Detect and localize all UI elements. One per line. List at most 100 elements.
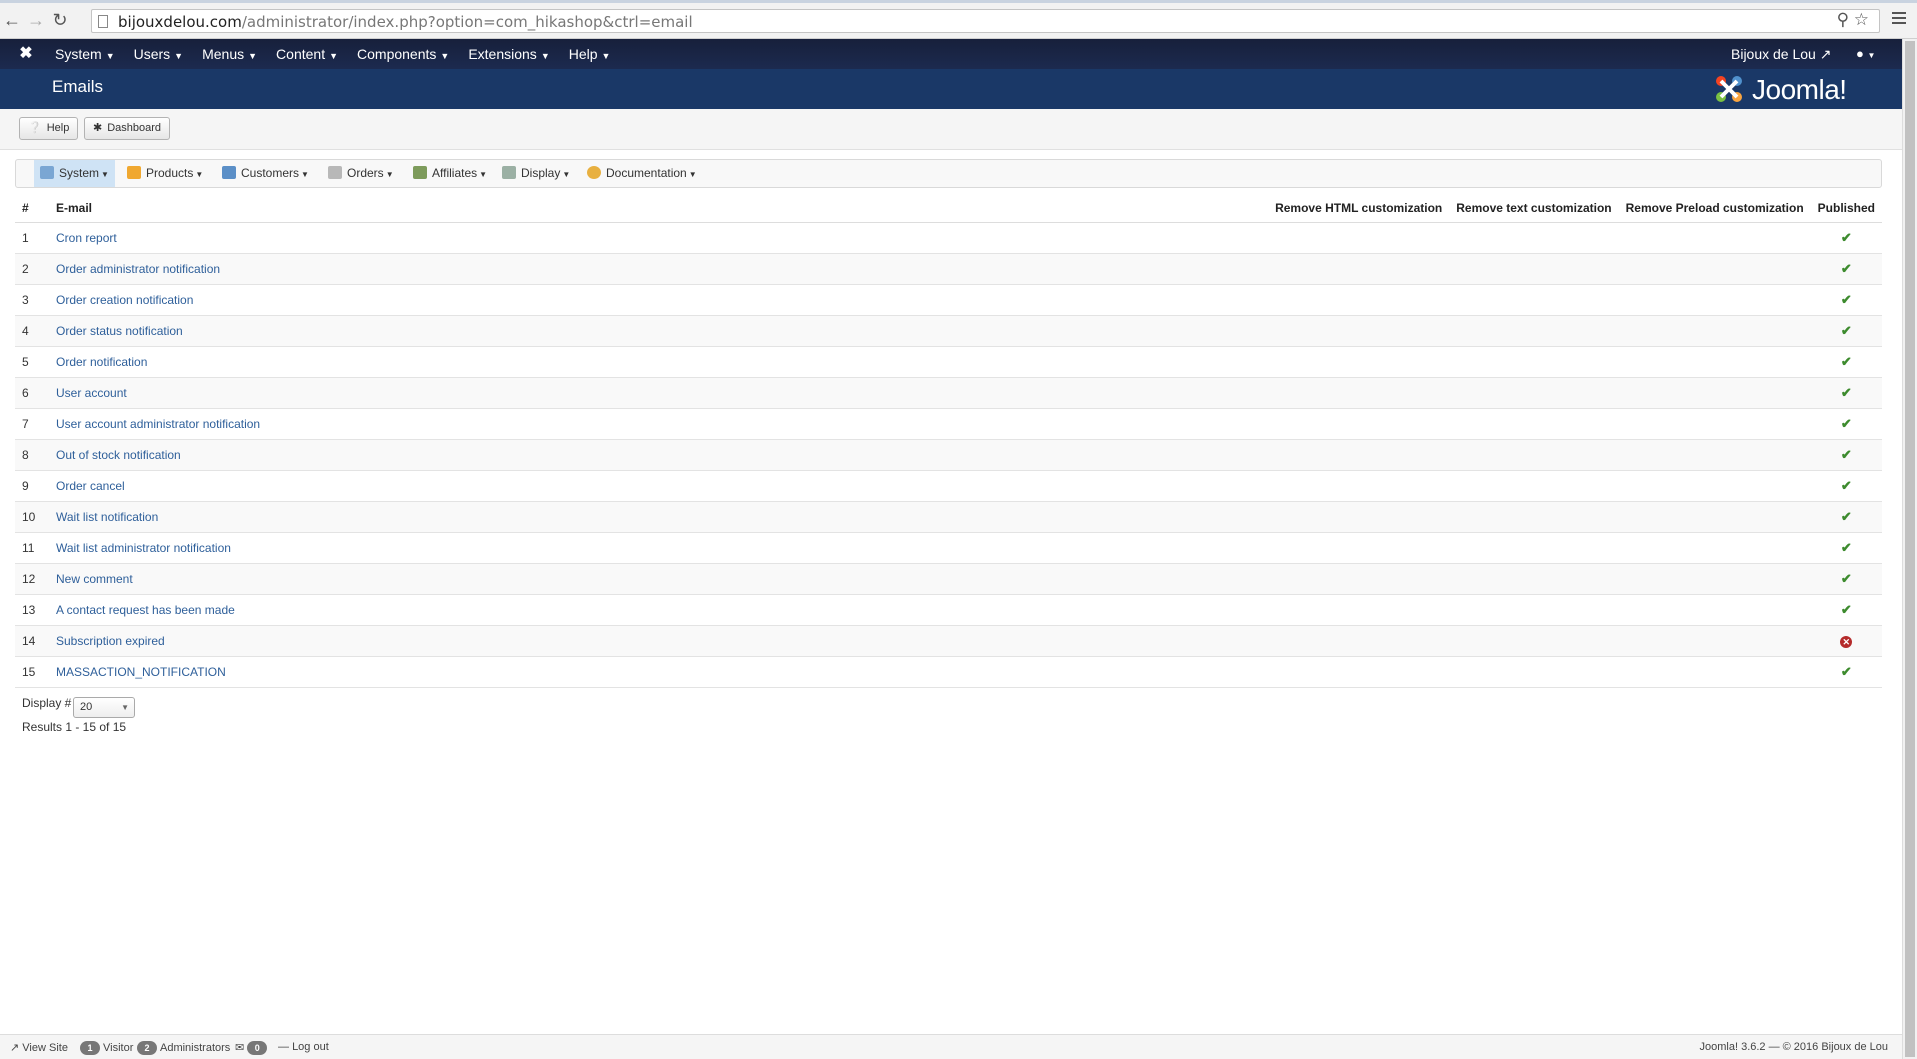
help-button[interactable]: ❔ Help [19, 117, 79, 140]
published-cell: ✔ [1810, 656, 1882, 688]
published-check-icon[interactable]: ✔ [1841, 602, 1852, 617]
messages-status[interactable]: ✉ 0 [235, 1041, 270, 1055]
view-site-link[interactable]: ↗ View Site [10, 1041, 68, 1054]
visitors-status: 1 Visitor [80, 1041, 133, 1055]
display-icon [502, 166, 516, 179]
column-header-email[interactable]: E-mail [49, 195, 1269, 223]
menu-components[interactable]: Components ▼ [344, 39, 455, 69]
back-icon[interactable]: ← [2, 10, 22, 30]
published-check-icon[interactable]: ✔ [1841, 664, 1852, 679]
remove-html-cell [1268, 439, 1450, 471]
menu-users[interactable]: Users ▼ [121, 39, 189, 69]
menu-help[interactable]: Help ▼ [556, 39, 617, 69]
forward-icon[interactable]: → [26, 10, 46, 30]
email-name-link[interactable]: Subscription expired [56, 634, 165, 648]
email-name-link[interactable]: Out of stock notification [56, 448, 181, 462]
remove-preload-cell [1618, 284, 1811, 316]
table-row: 7 User account administrator notification… [15, 408, 1882, 440]
published-check-icon[interactable]: ✔ [1841, 354, 1852, 369]
remove-html-cell [1268, 408, 1450, 440]
published-check-icon[interactable]: ✔ [1841, 509, 1852, 524]
email-name-link[interactable]: Order status notification [56, 324, 183, 338]
published-check-icon[interactable]: ✔ [1841, 385, 1852, 400]
site-link[interactable]: Bijoux de Lou ↗ [1731, 39, 1831, 69]
row-number: 6 [15, 377, 49, 409]
reload-icon[interactable]: ↻ [50, 10, 70, 30]
email-name-link[interactable]: A contact request has been made [56, 603, 235, 617]
table-row: 8 Out of stock notification ✔ [15, 439, 1882, 471]
browser-menu-icon[interactable] [1892, 12, 1906, 26]
hika-menu-orders[interactable]: Orders ▼ [322, 160, 400, 187]
published-cell: ✔ [1810, 408, 1882, 440]
email-name-link[interactable]: Order administrator notification [56, 262, 220, 276]
menu-content[interactable]: Content ▼ [263, 39, 344, 69]
hika-menu-display[interactable]: Display ▼ [496, 160, 576, 187]
dashboard-button[interactable]: ✱ Dashboard [84, 117, 171, 140]
emails-table: # E-mail Remove HTML customization Remov… [15, 195, 1882, 688]
email-link-cell: Wait list notification [49, 501, 1269, 533]
page-scrollbar[interactable] [1902, 39, 1917, 1059]
email-name-link[interactable]: MASSACTION_NOTIFICATION [56, 665, 226, 679]
scrollbar-thumb[interactable] [1905, 41, 1915, 1057]
published-check-icon[interactable]: ✔ [1841, 447, 1852, 462]
hika-menu-affiliates[interactable]: Affiliates ▼ [407, 160, 493, 187]
row-number: 4 [15, 315, 49, 347]
remove-html-cell [1268, 346, 1450, 378]
email-name-link[interactable]: Wait list notification [56, 510, 158, 524]
email-name-link[interactable]: User account administrator notification [56, 417, 260, 431]
published-check-icon[interactable]: ✔ [1841, 261, 1852, 276]
email-name-link[interactable]: Wait list administrator notification [56, 541, 231, 555]
email-name-link[interactable]: Cron report [56, 231, 117, 245]
row-number: 11 [15, 532, 49, 564]
menu-system[interactable]: System ▼ [42, 39, 121, 69]
display-limit-select[interactable]: 20 ▼ [73, 697, 135, 718]
joomla-brand-icon[interactable]: ✖ [17, 45, 35, 63]
column-header-published[interactable]: Published [1810, 195, 1882, 223]
published-check-icon[interactable]: ✔ [1841, 571, 1852, 586]
hika-menu-products[interactable]: Products ▼ [121, 160, 209, 187]
email-link-cell: Order status notification [49, 315, 1269, 347]
remove-html-cell [1268, 656, 1450, 688]
browser-tabstrip [0, 0, 1917, 3]
column-header-remove-html: Remove HTML customization [1268, 195, 1450, 223]
admins-status: 2 Administrators [137, 1041, 230, 1055]
url-text: bijouxdelou.com/administrator/index.php?… [118, 13, 693, 31]
remove-text-cell [1449, 594, 1619, 626]
email-name-link[interactable]: User account [56, 386, 127, 400]
email-link-cell: Wait list administrator notification [49, 532, 1269, 564]
menu-extensions[interactable]: Extensions ▼ [455, 39, 555, 69]
zoom-icon[interactable]: ⚲ [1837, 10, 1849, 29]
hika-menu-documentation[interactable]: Documentation ▼ [581, 160, 703, 187]
menu-menus[interactable]: Menus ▼ [189, 39, 263, 69]
remove-text-cell [1449, 656, 1619, 688]
hika-menu-customers[interactable]: Customers ▼ [216, 160, 315, 187]
page-title: Emails [52, 77, 104, 96]
address-bar[interactable]: bijouxdelou.com/administrator/index.php?… [91, 9, 1880, 33]
published-check-icon[interactable]: ✔ [1841, 416, 1852, 431]
published-check-icon[interactable]: ✔ [1841, 540, 1852, 555]
email-name-link[interactable]: Order creation notification [56, 293, 193, 307]
email-name-link[interactable]: Order cancel [56, 479, 125, 493]
published-check-icon[interactable]: ✔ [1841, 292, 1852, 307]
row-number: 2 [15, 253, 49, 285]
user-menu[interactable]: ● ▼ [1856, 39, 1875, 71]
row-number: 5 [15, 346, 49, 378]
logout-link[interactable]: — Log out [278, 1041, 329, 1053]
email-name-link[interactable]: New comment [56, 572, 133, 586]
remove-html-cell [1268, 253, 1450, 285]
table-row: 6 User account ✔ [15, 377, 1882, 409]
published-cell: ✔ [1810, 284, 1882, 316]
remove-html-cell [1268, 222, 1450, 254]
column-header-number[interactable]: # [15, 195, 49, 223]
row-number: 10 [15, 501, 49, 533]
joomla-logo: Joomla! [1712, 72, 1882, 106]
published-check-icon[interactable]: ✔ [1841, 230, 1852, 245]
published-check-icon[interactable]: ✔ [1841, 478, 1852, 493]
email-link-cell: Cron report [49, 222, 1269, 254]
email-name-link[interactable]: Order notification [56, 355, 147, 369]
published-check-icon[interactable]: ✔ [1841, 323, 1852, 338]
bookmark-star-icon[interactable]: ☆ [1854, 10, 1869, 29]
hika-menu-system[interactable]: System ▼ [34, 160, 115, 187]
remove-text-cell [1449, 284, 1619, 316]
unpublished-x-icon[interactable]: ✕ [1840, 635, 1853, 648]
